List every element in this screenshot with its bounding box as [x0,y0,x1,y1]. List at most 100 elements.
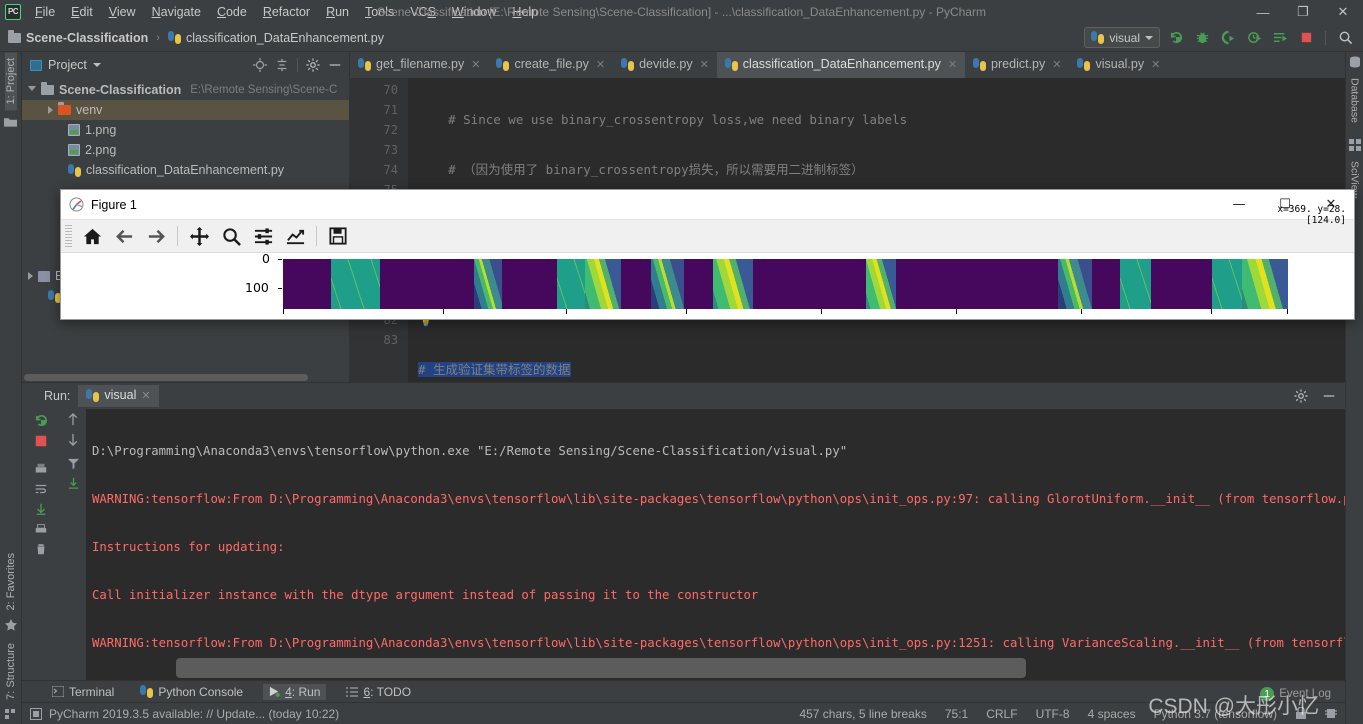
menu-refactor[interactable]: Refactor [255,2,318,22]
menu-edit[interactable]: Edit [63,2,101,22]
tool-button-terminal[interactable]: Terminal [46,684,120,700]
close-icon[interactable]: ✕ [141,389,150,402]
scroll-to-end-icon[interactable] [34,502,48,516]
sidebar-item-structure[interactable]: 7: Structure [5,637,17,706]
save-icon[interactable] [323,222,353,250]
tab-create-file[interactable]: create_file.py ✕ [488,52,613,78]
menu-code[interactable]: Code [209,2,255,22]
stop-icon[interactable] [34,434,48,448]
chevron-down-icon[interactable] [92,63,101,67]
menu-help[interactable]: Help [504,2,546,22]
chevron-right-icon[interactable] [48,106,53,114]
tab-classification-dataenhancement[interactable]: classification_DataEnhancement.py ✕ [716,52,966,78]
zoom-rect-icon[interactable] [216,222,246,250]
breadcrumb-file[interactable]: classification_DataEnhancement.py [186,31,384,45]
forward-arrow-icon[interactable] [141,222,171,250]
trash-icon[interactable] [34,542,48,556]
down-arrow-icon[interactable] [67,433,79,446]
chevron-down-icon[interactable] [28,85,36,95]
menu-file[interactable]: File [27,2,63,22]
figure-minimize-button[interactable]: — [1216,190,1262,220]
search-icon[interactable] [1335,28,1355,48]
close-icon[interactable]: ✕ [948,58,957,71]
window-maximize-button[interactable]: ❐ [1283,0,1323,24]
event-log-area[interactable]: 1 Event Log [1260,687,1331,701]
soft-wrap-icon[interactable] [34,482,48,496]
tab-get-filename[interactable]: get_filename.py ✕ [350,52,488,78]
lock-icon[interactable] [1295,707,1307,720]
export-icon[interactable] [67,477,80,490]
matplotlib-figure-window[interactable]: Figure 1 — ☐ ✕ x=369. y=28. [124.0] 0 10… [60,189,1355,320]
chevron-right-icon[interactable] [28,272,33,280]
status-encoding[interactable]: UTF-8 [1036,707,1070,721]
window-minimize-button[interactable]: — [1243,0,1283,24]
menu-tools[interactable]: Tools [357,2,402,22]
sidebar-item-favorites[interactable]: 2: Favorites [5,547,17,616]
sidebar-item-project[interactable]: 1: Project [4,52,17,111]
tab-visual[interactable]: visual.py ✕ [1069,52,1168,78]
figure-canvas[interactable]: 0 100 [61,251,1354,319]
todo-icon [346,686,359,697]
gear-icon[interactable] [303,55,323,75]
sidebar-item-database[interactable]: Database [1349,78,1361,123]
tree-item-1png[interactable]: 1.png [22,120,349,140]
gear-icon[interactable] [1291,386,1311,406]
profile-icon[interactable] [1244,28,1264,48]
tree-item-scene-classification[interactable]: Scene-Classification E:\Remote Sensing\S… [22,80,349,100]
structure-folder-icon[interactable] [4,116,17,128]
print-output-icon[interactable] [34,522,48,536]
close-icon[interactable]: ✕ [700,58,709,71]
console-horizontal-scrollbar[interactable] [176,658,1026,678]
coverage-icon[interactable] [1218,28,1238,48]
status-line-separator[interactable]: CRLF [986,707,1017,721]
rerun-icon[interactable] [34,413,49,428]
menu-navigate[interactable]: Navigate [144,2,209,22]
up-arrow-icon[interactable] [67,413,79,426]
close-icon[interactable]: ✕ [596,58,605,71]
run-with-console-icon[interactable] [1270,28,1290,48]
tree-item-venv[interactable]: venv [22,100,349,120]
status-caret-position[interactable]: 75:1 [945,707,968,721]
menu-view[interactable]: View [101,2,144,22]
breadcrumb-project[interactable]: Scene-Classification [26,31,148,45]
menu-window[interactable]: Window [444,2,504,22]
back-arrow-icon[interactable] [109,222,139,250]
hide-panel-icon[interactable] [325,55,345,75]
subplot-config-icon[interactable] [248,222,278,250]
locate-file-icon[interactable] [250,55,270,75]
stop-icon[interactable] [1296,28,1316,48]
rerun-icon[interactable] [1166,28,1186,48]
project-horizontal-scrollbar[interactable] [22,372,349,382]
home-icon[interactable] [77,222,107,250]
toolbar-drag-handle[interactable] [65,225,72,247]
filter-icon[interactable] [67,457,80,470]
tree-item-2png[interactable]: 2.png [22,140,349,160]
menu-run[interactable]: Run [318,2,357,22]
tab-predict[interactable]: predict.py ✕ [965,52,1069,78]
edit-curves-icon[interactable] [280,222,310,250]
pan-icon[interactable] [184,222,214,250]
tool-button-python-console[interactable]: Python Console [134,684,249,700]
tool-button-todo[interactable]: 6: TODO [340,684,417,700]
run-configuration-selector[interactable]: visual [1084,27,1160,48]
print-icon[interactable] [34,462,48,476]
event-log-label[interactable]: Event Log [1279,688,1331,700]
debug-icon[interactable] [1192,28,1212,48]
tool-button-run[interactable]: 4: Run [263,683,327,700]
collapse-all-icon[interactable] [272,55,292,75]
hide-panel-icon[interactable] [1319,386,1339,406]
run-console-output[interactable]: D:\Programming\Anaconda3\envs\tensorflow… [86,409,1345,680]
close-icon[interactable]: ✕ [1151,58,1160,71]
menu-vcs[interactable]: VCS [402,2,444,22]
memory-icon[interactable] [1325,707,1337,720]
status-message[interactable]: PyCharm 2019.3.5 available: // Update...… [49,707,339,721]
run-tab-visual[interactable]: visual ✕ [78,385,159,407]
close-icon[interactable]: ✕ [471,58,480,71]
star-icon [4,619,17,631]
tree-item-classification-dataenhancement[interactable]: classification_DataEnhancement.py [22,160,349,180]
window-close-button[interactable]: ✕ [1323,0,1363,24]
close-icon[interactable]: ✕ [1052,58,1061,71]
tab-devide[interactable]: devide.py ✕ [613,52,717,78]
status-indent[interactable]: 4 spaces [1088,707,1136,721]
status-interpreter[interactable]: Python 3.7 (tensorflow) [1154,707,1277,721]
